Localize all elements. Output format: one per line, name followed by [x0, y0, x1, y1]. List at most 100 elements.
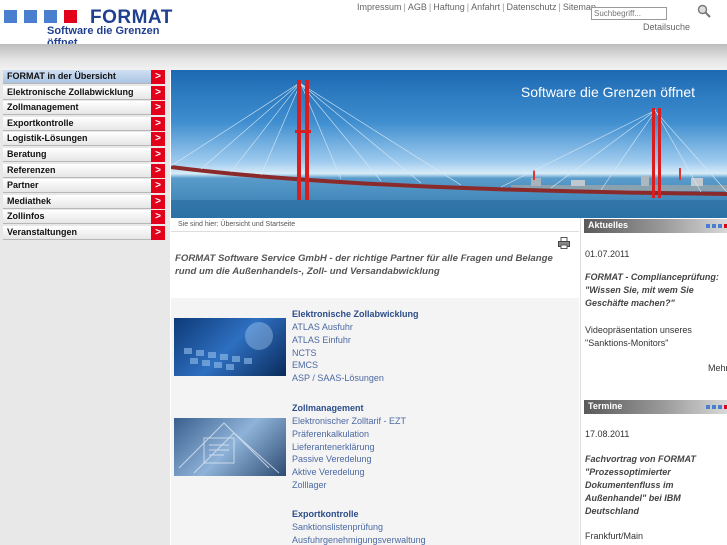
section-title[interactable]: Elektronische Zollabwicklung: [292, 309, 419, 319]
square-icon: [712, 405, 716, 409]
section-zollmanagement: Zollmanagement Elektronischer Zolltarif …: [171, 403, 579, 493]
sidebar-item-zollmanagement[interactable]: Zollmanagement >: [3, 101, 165, 115]
sidebar: FORMAT in der Übersicht > Elektronische …: [0, 70, 170, 545]
termine-headline[interactable]: Außenhandel" bei IBM: [585, 493, 681, 503]
chevron-right-icon: >: [151, 195, 165, 209]
link-ezt[interactable]: Elektronischer Zolltarif - EZT: [292, 416, 406, 426]
top-link-anfahrt[interactable]: Anfahrt: [471, 2, 500, 12]
sidebar-item-label: Veranstaltungen: [7, 227, 78, 237]
top-link-haftung[interactable]: Haftung: [433, 2, 465, 12]
chevron-right-icon: >: [151, 148, 165, 162]
search-icon[interactable]: [697, 4, 711, 18]
square-icon: [712, 224, 716, 228]
aktuelles-headline[interactable]: FORMAT - Complianceprüfung:: [585, 272, 719, 282]
aktuelles-more-link[interactable]: Mehr: [708, 363, 727, 373]
keyboard-image: [174, 318, 286, 376]
sidebar-item-referenzen[interactable]: Referenzen >: [3, 164, 165, 178]
top-navigation: Impressum | AGB | Haftung | Anfahrt | Datenschut…: [357, 2, 596, 12]
sidebar-item-zollabwicklung[interactable]: Elektronische Zollabwicklung >: [3, 86, 165, 100]
link-ncts[interactable]: NCTS: [292, 348, 317, 358]
chevron-right-icon: >: [151, 86, 165, 100]
square-icon: [718, 405, 722, 409]
main-content: FORMAT Software Service GmbH - der richt…: [171, 232, 579, 545]
termine-title: Termine: [588, 401, 623, 411]
sidebar-item-label: Elektronische Zollabwicklung: [7, 87, 134, 97]
link-atlas-einfuhr[interactable]: ATLAS Einfuhr: [292, 335, 351, 345]
aktuelles-body: Videopräsentation unseres: [585, 325, 692, 335]
logo-square-icon: [4, 10, 17, 23]
square-icon: [718, 224, 722, 228]
square-icon: [706, 224, 710, 228]
chevron-right-icon: >: [151, 132, 165, 146]
aktuelles-header: Aktuelles: [584, 219, 727, 233]
sidebar-item-beratung[interactable]: Beratung >: [3, 148, 165, 162]
link-emcs[interactable]: EMCS: [292, 360, 318, 370]
section-exportkontrolle: Exportkontrolle Sanktionslistenprüfung A…: [171, 509, 579, 545]
aktuelles-body: "Sanktions-Monitors": [585, 338, 669, 348]
link-sanktionslistenpruefung[interactable]: Sanktionslistenprüfung: [292, 522, 383, 532]
sidebar-item-label: Mediathek: [7, 196, 52, 206]
chevron-right-icon: >: [151, 117, 165, 131]
chevron-right-icon: >: [151, 226, 165, 240]
termine-headline[interactable]: Deutschland: [585, 506, 639, 516]
link-atlas-ausfuhr[interactable]: ATLAS Ausfuhr: [292, 322, 353, 332]
print-icon[interactable]: [558, 237, 570, 249]
link-asp-saas[interactable]: ASP / SAAS-Lösungen: [292, 373, 384, 383]
aktuelles-headline[interactable]: "Wissen Sie, mit wem Sie: [585, 285, 694, 295]
header: FORMAT Software die Grenzen öffnet Impre…: [0, 0, 727, 49]
sidebar-item-mediathek[interactable]: Mediathek >: [3, 195, 165, 209]
sidebar-item-label: Exportkontrolle: [7, 118, 74, 128]
chevron-right-icon: >: [151, 210, 165, 224]
top-link-impressum[interactable]: Impressum: [357, 2, 402, 12]
aktuelles-date: 01.07.2011: [585, 249, 630, 259]
termine-headline[interactable]: "Prozessoptimierter: [585, 467, 671, 477]
logo-square-icon: [24, 10, 37, 23]
chevron-right-icon: >: [151, 179, 165, 193]
section-title[interactable]: Zollmanagement: [292, 403, 364, 413]
sidebar-item-label: FORMAT in der Übersicht: [7, 71, 116, 81]
termine-headline[interactable]: Dokumentenfluss im: [585, 480, 674, 490]
section-title[interactable]: Exportkontrolle: [292, 509, 359, 519]
sidebar-item-label: Beratung: [7, 149, 47, 159]
section-zollabwicklung: Elektronische Zollabwicklung ATLAS Ausfu…: [171, 309, 579, 389]
termine-location: Frankfurt/Main: [585, 531, 644, 541]
detail-search-link[interactable]: Detailsuche: [643, 22, 690, 32]
header-band: [0, 44, 727, 70]
top-link-datenschutz[interactable]: Datenschutz: [506, 2, 556, 12]
intro-text: FORMAT Software Service GmbH - der richt…: [175, 253, 553, 277]
sidebar-item-partner[interactable]: Partner >: [3, 179, 165, 193]
aktuelles-title: Aktuelles: [588, 220, 629, 230]
sidebar-item-label: Zollmanagement: [7, 102, 79, 112]
search-input[interactable]: [591, 7, 667, 20]
sidebar-item-exportkontrolle[interactable]: Exportkontrolle >: [3, 117, 165, 131]
banner-slogan: Software die Grenzen öffnet: [520, 84, 695, 100]
hero-banner-image: Software die Grenzen öffnet: [171, 70, 727, 218]
aktuelles-headline[interactable]: Geschäfte machen?": [585, 298, 675, 308]
link-praeferenzkalkulation[interactable]: Präferenkalkulation: [292, 429, 369, 439]
logo-square-icon: [44, 10, 57, 23]
right-column: Aktuelles 01.07.2011 FORMAT - Compliance…: [580, 218, 727, 545]
link-lieferantenerklaerung[interactable]: Lieferantenerklärung: [292, 442, 375, 452]
termine-header: Termine: [584, 400, 727, 414]
sidebar-item-veranstaltungen[interactable]: Veranstaltungen >: [3, 226, 165, 240]
chevron-right-icon: >: [151, 101, 165, 115]
square-icon: [706, 405, 710, 409]
termine-date: 17.08.2011: [585, 429, 630, 439]
format-logo[interactable]: FORMAT Software die Grenzen öffnet: [4, 7, 174, 49]
link-zolllager[interactable]: Zolllager: [292, 480, 327, 490]
termine-headline[interactable]: Fachvortrag von FORMAT: [585, 454, 696, 464]
sidebar-item-uebersicht[interactable]: FORMAT in der Übersicht >: [3, 70, 165, 84]
logo-square-icon: [64, 10, 77, 23]
sidebar-item-logistik[interactable]: Logistik-Lösungen >: [3, 132, 165, 146]
link-ausfuhrgenehmigung[interactable]: Ausfuhrgenehmigungsverwaltung: [292, 535, 426, 545]
breadcrumb: Sie sind hier: Übersicht und Startseite: [171, 218, 579, 232]
sidebar-item-label: Referenzen: [7, 165, 56, 175]
chevron-right-icon: >: [151, 164, 165, 178]
link-aktive-veredelung[interactable]: Aktive Veredelung: [292, 467, 365, 477]
link-passive-veredelung[interactable]: Passive Veredelung: [292, 454, 372, 464]
sidebar-item-zollinfos[interactable]: Zollinfos >: [3, 210, 165, 224]
documents-image: [174, 418, 286, 476]
sidebar-item-label: Logistik-Lösungen: [7, 133, 88, 143]
sidebar-item-label: Zollinfos: [7, 211, 45, 221]
top-link-agb[interactable]: AGB: [408, 2, 427, 12]
